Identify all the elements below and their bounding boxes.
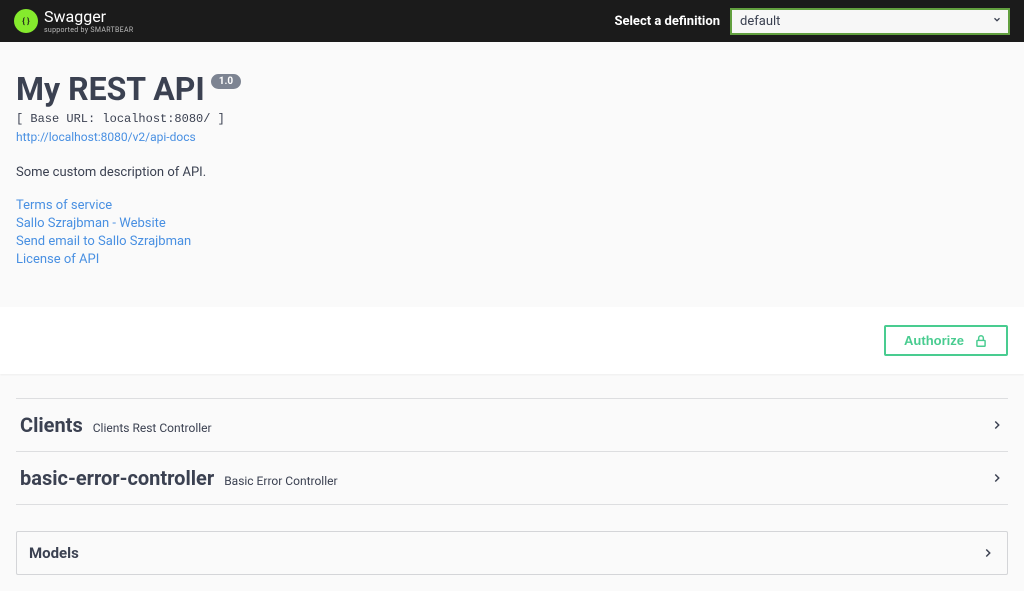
tag-name: basic-error-controller (20, 466, 214, 490)
tag-description: Clients Rest Controller (93, 421, 212, 435)
chevron-down-icon (992, 14, 1002, 29)
base-url: [ Base URL: localhost:8080/ ] (16, 112, 1008, 126)
contact-email-link[interactable]: Send email to Sallo Szrajbman (16, 234, 1008, 249)
chevron-right-icon (981, 546, 995, 560)
definition-selected: default (740, 14, 780, 29)
topbar: { } Swagger supported by SMARTBEAR Selec… (0, 0, 1024, 42)
tag-section-clients[interactable]: Clients Clients Rest Controller (16, 398, 1008, 452)
logo-text: Swagger supported by SMARTBEAR (44, 9, 133, 34)
api-docs-link[interactable]: http://localhost:8080/v2/api-docs (16, 130, 196, 144)
tags-container: Clients Clients Rest Controller basic-er… (0, 398, 1024, 505)
contact-website-link[interactable]: Sallo Szrajbman - Website (16, 216, 1008, 231)
authorize-label: Authorize (904, 333, 964, 348)
api-title-row: My REST API 1.0 (16, 70, 1008, 108)
api-title: My REST API (16, 70, 205, 108)
tag-section-basic-error[interactable]: basic-error-controller Basic Error Contr… (16, 452, 1008, 505)
definition-dropdown[interactable]: default (730, 8, 1010, 35)
swagger-icon: { } (14, 9, 38, 33)
chevron-right-icon (990, 418, 1004, 432)
tag-header: basic-error-controller Basic Error Contr… (20, 466, 338, 490)
version-badge: 1.0 (211, 74, 241, 89)
svg-text:{ }: { } (22, 16, 30, 26)
lock-icon (974, 334, 988, 348)
scheme-container: Authorize (0, 307, 1024, 374)
api-description: Some custom description of API. (16, 165, 1008, 180)
meta-links: Terms of service Sallo Szrajbman - Websi… (16, 198, 1008, 267)
definition-label: Select a definition (614, 14, 720, 29)
definition-selector: Select a definition default (614, 8, 1010, 35)
chevron-right-icon (990, 471, 1004, 485)
terms-of-service-link[interactable]: Terms of service (16, 198, 1008, 213)
logo-main: Swagger (44, 9, 133, 25)
tag-description: Basic Error Controller (224, 474, 337, 488)
tag-header: Clients Clients Rest Controller (20, 413, 212, 437)
swagger-logo: { } Swagger supported by SMARTBEAR (14, 9, 133, 34)
models-title: Models (29, 544, 79, 562)
models-section[interactable]: Models (16, 531, 1008, 575)
license-link[interactable]: License of API (16, 252, 1008, 267)
api-info: My REST API 1.0 [ Base URL: localhost:80… (0, 42, 1024, 291)
tag-name: Clients (20, 413, 83, 437)
authorize-button[interactable]: Authorize (884, 325, 1008, 356)
logo-sub: supported by SMARTBEAR (44, 27, 133, 34)
